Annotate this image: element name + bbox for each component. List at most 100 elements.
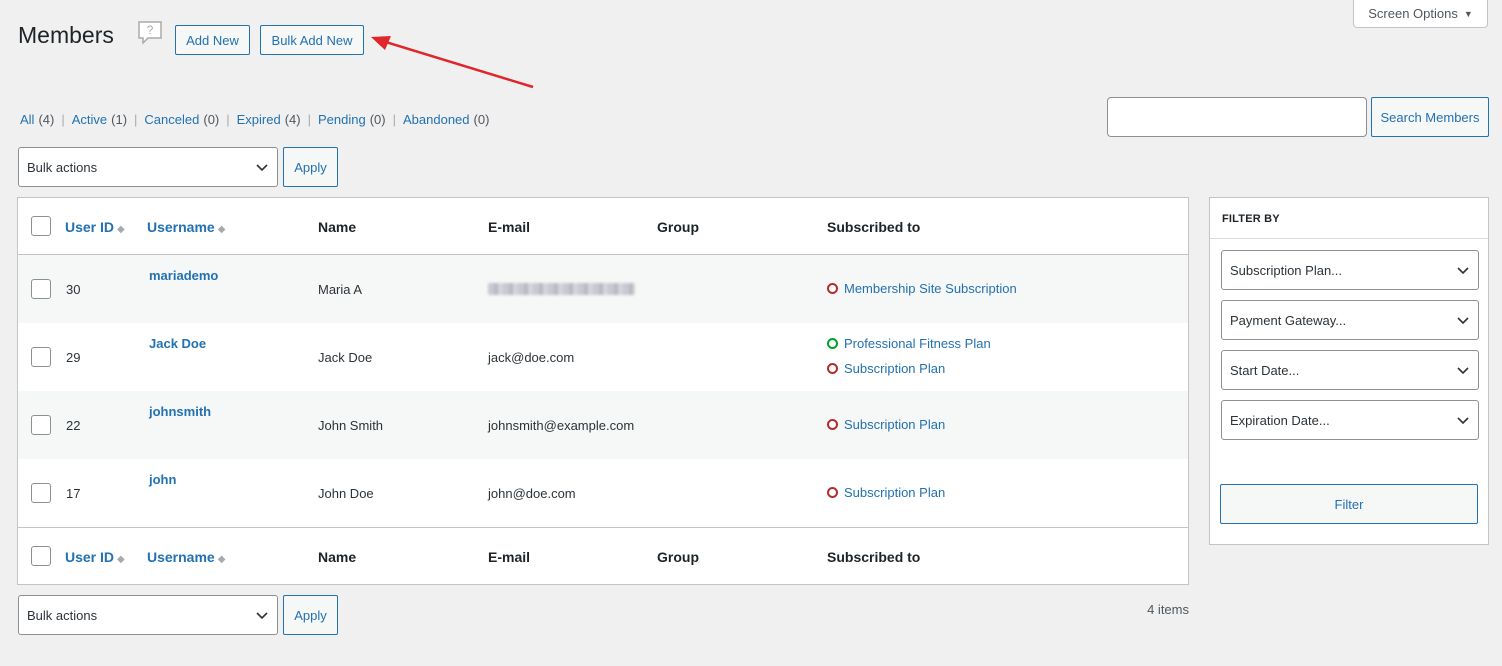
subscription-label: Subscription Plan xyxy=(844,485,946,500)
table-row: 17 john John Doe john@doe.com Subscripti… xyxy=(18,459,1188,527)
status-filter-links: All (4) | Active (1) | Canceled (0) | Ex… xyxy=(20,112,489,127)
chevron-down-icon xyxy=(1457,317,1469,325)
divider xyxy=(1210,238,1488,239)
page-title: Members xyxy=(18,22,114,48)
sort-icon: ◆ xyxy=(217,554,226,565)
divider: | xyxy=(226,112,230,127)
filter-expired[interactable]: Expired (4) xyxy=(237,112,301,127)
column-username[interactable]: Username ◆ xyxy=(147,219,225,235)
row-checkbox[interactable] xyxy=(31,415,51,435)
filter-all-count: (4) xyxy=(38,112,55,127)
user-id: 22 xyxy=(66,418,81,433)
filter-pending-count: (0) xyxy=(369,112,386,127)
table-row: 30 mariademo Maria A Membership Site Sub… xyxy=(18,255,1188,323)
member-name: John Smith xyxy=(318,418,384,433)
column-user-id[interactable]: User ID ◆ xyxy=(65,549,125,565)
payment-gateway-select[interactable]: Payment Gateway... xyxy=(1221,300,1479,340)
select-all-checkbox[interactable] xyxy=(31,216,51,236)
start-date-select[interactable]: Start Date... xyxy=(1221,350,1479,390)
subscription-link[interactable]: Subscription Plan xyxy=(827,485,945,500)
select-label: Subscription Plan... xyxy=(1230,262,1343,278)
table-row: 29 Jack Doe Jack Doe jack@doe.com Profes… xyxy=(18,323,1188,391)
status-inactive-icon xyxy=(827,363,838,374)
search-members-input[interactable] xyxy=(1107,97,1367,137)
sort-icon: ◆ xyxy=(117,554,125,565)
screen-options-button[interactable]: Screen Options ▼ xyxy=(1353,0,1488,28)
chevron-down-icon xyxy=(1457,417,1469,425)
row-checkbox[interactable] xyxy=(31,279,51,299)
annotation-arrow xyxy=(371,36,534,89)
filter-pending[interactable]: Pending (0) xyxy=(318,112,386,127)
bulk-actions-label: Bulk actions xyxy=(27,607,98,623)
filter-active-label[interactable]: Active xyxy=(72,112,107,127)
column-user-id[interactable]: User ID ◆ xyxy=(65,219,125,235)
bulk-actions-select-bottom[interactable]: Bulk actions xyxy=(18,595,278,635)
filter-expired-count: (4) xyxy=(284,112,301,127)
filter-active[interactable]: Active (1) xyxy=(72,112,127,127)
subscription-link[interactable]: Subscription Plan xyxy=(827,417,945,432)
status-inactive-icon xyxy=(827,283,838,294)
expiration-date-select[interactable]: Expiration Date... xyxy=(1221,400,1479,440)
members-table: User ID ◆ Username ◆ Name E-mail Group Sub… xyxy=(17,197,1189,585)
filter-by-title: FILTER BY xyxy=(1222,213,1280,225)
subscription-label: Subscription Plan xyxy=(844,417,946,432)
subscription-label: Membership Site Subscription xyxy=(844,281,1017,296)
chevron-down-icon xyxy=(256,612,268,620)
divider: | xyxy=(307,112,311,127)
filter-canceled-label[interactable]: Canceled xyxy=(144,112,199,127)
search-members-button[interactable]: Search Members xyxy=(1371,97,1489,137)
filter-all[interactable]: All (4) xyxy=(20,112,54,127)
help-icon[interactable]: ? xyxy=(137,20,163,46)
member-email: johnsmith@example.com xyxy=(488,418,635,433)
member-name: Jack Doe xyxy=(318,350,373,365)
apply-button-top[interactable]: Apply xyxy=(283,147,338,187)
member-name: John Doe xyxy=(318,486,374,501)
subscription-plan-select[interactable]: Subscription Plan... xyxy=(1221,250,1479,290)
column-name: Name xyxy=(318,219,357,235)
select-label: Start Date... xyxy=(1230,362,1300,378)
apply-button-bottom[interactable]: Apply xyxy=(283,595,338,635)
add-new-button[interactable]: Add New xyxy=(175,25,250,55)
screen-options-label: Screen Options xyxy=(1368,6,1458,21)
username-link[interactable]: mariademo xyxy=(149,268,218,283)
subscription-link[interactable]: Professional Fitness Plan xyxy=(827,336,991,351)
member-email: john@doe.com xyxy=(488,486,576,501)
redacted-email xyxy=(488,283,635,295)
row-checkbox[interactable] xyxy=(31,347,51,367)
sort-icon: ◆ xyxy=(117,224,125,235)
username-link[interactable]: Jack Doe xyxy=(149,336,206,351)
username-link[interactable]: johnsmith xyxy=(149,404,211,419)
user-id: 30 xyxy=(66,282,81,297)
filter-pending-label[interactable]: Pending xyxy=(318,112,366,127)
svg-text:?: ? xyxy=(147,23,154,37)
select-all-checkbox-footer[interactable] xyxy=(31,546,51,566)
subscription-link[interactable]: Subscription Plan xyxy=(827,361,945,376)
filter-all-label[interactable]: All xyxy=(20,112,34,127)
status-inactive-icon xyxy=(827,487,838,498)
filter-abandoned-label[interactable]: Abandoned xyxy=(403,112,470,127)
column-username[interactable]: Username ◆ xyxy=(147,549,225,565)
subscription-label: Subscription Plan xyxy=(844,361,946,376)
filter-expired-label[interactable]: Expired xyxy=(237,112,281,127)
column-user-id-label: User ID xyxy=(65,549,115,565)
bulk-actions-select-top[interactable]: Bulk actions xyxy=(18,147,278,187)
filter-abandoned[interactable]: Abandoned (0) xyxy=(403,112,489,127)
column-group: Group xyxy=(657,549,699,565)
username-link[interactable]: john xyxy=(149,472,176,487)
column-user-id-label: User ID xyxy=(65,219,115,235)
chevron-down-icon xyxy=(1457,367,1469,375)
chevron-down-icon xyxy=(1457,267,1469,275)
subscription-link[interactable]: Membership Site Subscription xyxy=(827,281,1017,296)
bulk-add-new-button[interactable]: Bulk Add New xyxy=(260,25,364,55)
divider: | xyxy=(392,112,396,127)
row-checkbox[interactable] xyxy=(31,483,51,503)
filter-canceled[interactable]: Canceled (0) xyxy=(144,112,219,127)
column-username-label: Username xyxy=(147,219,215,235)
bulk-actions-label: Bulk actions xyxy=(27,159,98,175)
column-group: Group xyxy=(657,219,699,235)
filter-by-panel: FILTER BY Subscription Plan... Payment G… xyxy=(1209,197,1489,545)
select-label: Expiration Date... xyxy=(1230,412,1330,428)
items-count: 4 items xyxy=(1147,602,1189,617)
sort-icon: ◆ xyxy=(217,224,226,235)
filter-button[interactable]: Filter xyxy=(1220,484,1478,524)
